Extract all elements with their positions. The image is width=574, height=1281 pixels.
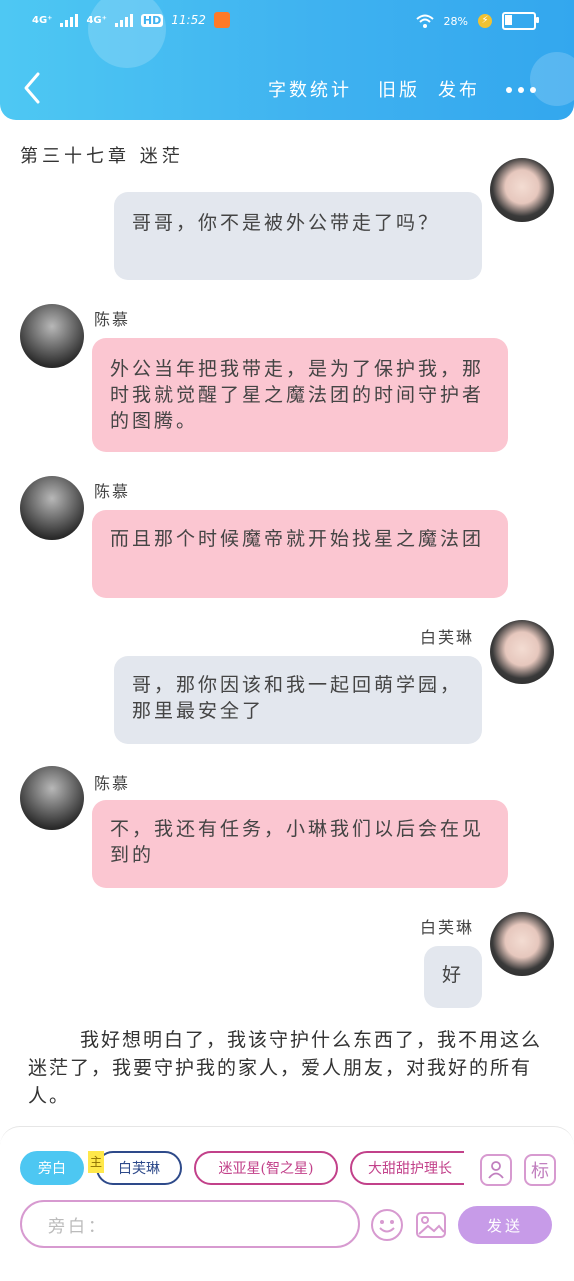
charging-icon: ⚡ — [478, 14, 492, 28]
avatar[interactable] — [20, 766, 84, 830]
chapter-title: 第三十七章 迷茫 — [20, 146, 184, 167]
avatar[interactable] — [490, 620, 554, 684]
main-role-tag: 主 — [88, 1151, 104, 1173]
word-count-button[interactable]: 字数统计 — [268, 76, 352, 102]
signal-label: 4G⁺ — [32, 14, 53, 26]
message-bubble: 外公当年把我带走，是为了保护我，那时我就觉醒了星之魔法团的时间守护者的图腾。 — [92, 338, 508, 452]
message-input[interactable]: 旁白： — [20, 1200, 360, 1248]
more-options-icon[interactable] — [506, 87, 536, 93]
message-bubble: 好 — [424, 946, 482, 1008]
signal-icon — [60, 13, 79, 27]
role-chip[interactable]: 大甜甜护理长 — [350, 1151, 464, 1185]
hd-badge: HD — [140, 13, 164, 27]
message-bubble: 不，我还有任务，小琳我们以后会在见到的 — [92, 800, 508, 888]
send-button[interactable]: 发送 — [458, 1206, 552, 1244]
status-time: 11:52 — [171, 13, 206, 27]
speaker-name: 陈慕 — [94, 310, 131, 329]
battery-percent: 28% — [443, 14, 468, 28]
speaker-name: 白芙琳 — [420, 628, 475, 647]
back-arrow-icon[interactable] — [20, 70, 44, 106]
mark-icon[interactable]: 标 — [524, 1154, 556, 1186]
person-icon[interactable] — [480, 1154, 512, 1186]
message-bubble: 哥，那你因该和我一起回萌学园，那里最安全了 — [114, 656, 482, 744]
old-version-button[interactable]: 旧版 — [378, 76, 420, 102]
decor-bubble — [530, 52, 574, 106]
signal-label: 4G⁺ — [86, 14, 107, 26]
battery-icon — [502, 12, 539, 30]
app-notification-icon — [213, 12, 230, 28]
speaker-name: 白芙琳 — [420, 918, 475, 937]
narrator-role-chip[interactable]: 旁白 — [20, 1151, 84, 1185]
status-bar: 4G⁺ 4G⁺ HD 11:52 28% ⚡ — [0, 8, 574, 36]
message-bubble: 哥哥，你不是被外公带走了吗？ — [114, 192, 482, 280]
wifi-icon — [415, 14, 434, 28]
top-header: 4G⁺ 4G⁺ HD 11:52 28% ⚡ 字数统计 旧版 发布 — [0, 0, 574, 120]
speaker-name: 陈慕 — [94, 482, 131, 501]
emoji-icon[interactable] — [370, 1208, 404, 1242]
narration-text: 我好想明白了，我该守护什么东西了，我不用这么迷茫了，我要守护我的家人，爱人朋友，… — [28, 1029, 543, 1107]
avatar[interactable] — [20, 476, 84, 540]
message-bubble: 而且那个时候魔帝就开始找星之魔法团 — [92, 510, 508, 598]
picture-icon[interactable] — [414, 1208, 448, 1242]
role-chip[interactable]: 白芙琳 — [96, 1151, 182, 1185]
avatar[interactable] — [20, 304, 84, 368]
avatar[interactable] — [490, 912, 554, 976]
avatar[interactable] — [490, 158, 554, 222]
speaker-name: 陈慕 — [94, 774, 131, 793]
publish-button[interactable]: 发布 — [438, 76, 480, 102]
person-icon-glyph — [488, 1161, 504, 1179]
signal-icon — [114, 13, 133, 27]
role-chip[interactable]: 迷亚星(智之星) — [194, 1151, 338, 1185]
